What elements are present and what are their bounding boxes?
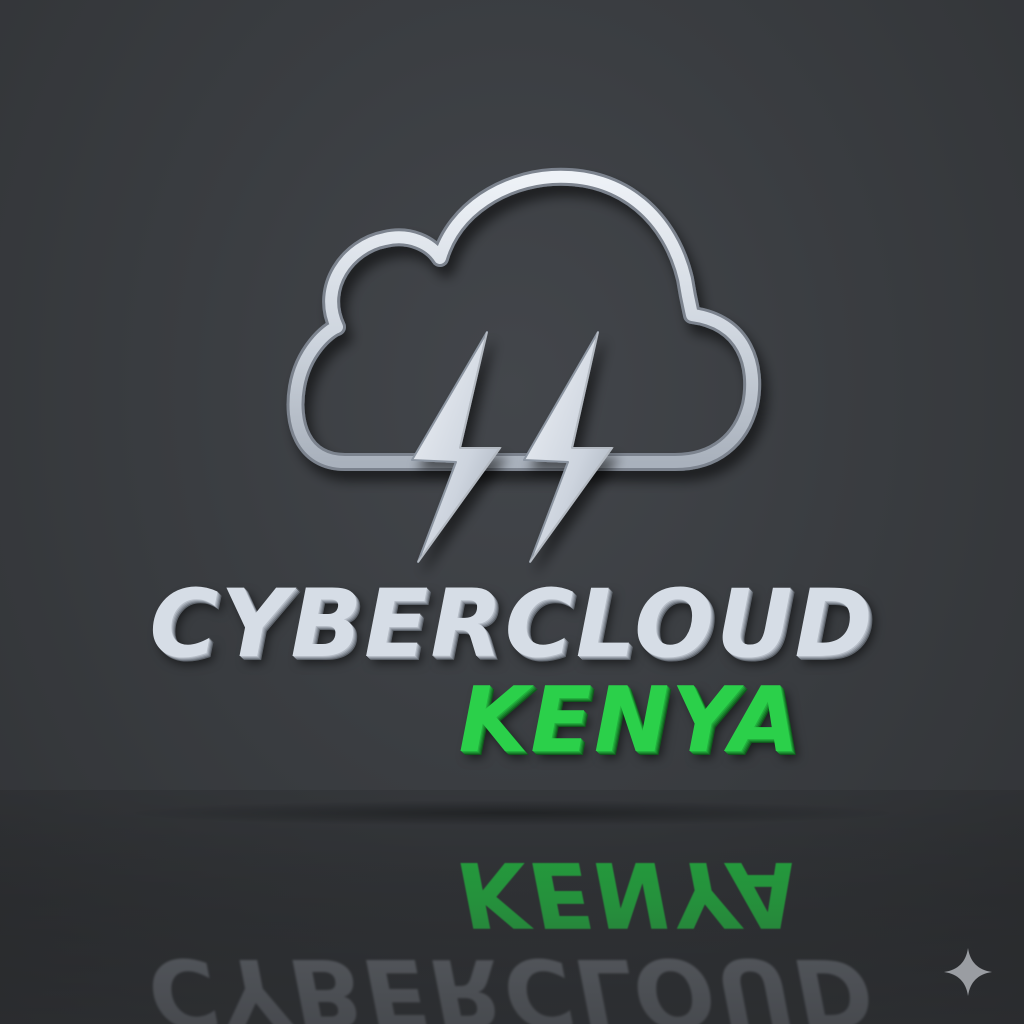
cloud-lightning-icon [286, 167, 762, 563]
brand-name: CYBERCLOUD [149, 570, 875, 679]
logo-canvas: CYBERCLOUD KENYA KENYA CYBERCLOUD [0, 0, 1024, 1024]
brand-region: KENYA [458, 668, 802, 773]
sparkle-icon [944, 948, 992, 996]
lightning-bolt-right [523, 331, 614, 563]
lightning-bolt-left [411, 331, 502, 563]
cloud-outline [286, 167, 762, 471]
